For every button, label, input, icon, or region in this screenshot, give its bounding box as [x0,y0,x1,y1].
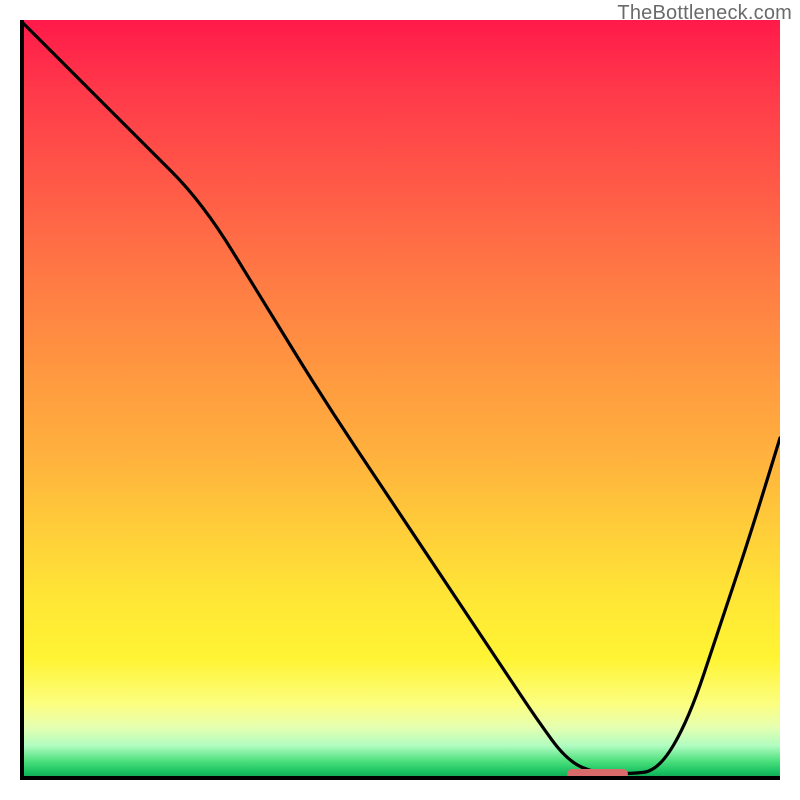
curve-layer [20,20,780,780]
watermark: TheBottleneck.com [617,2,792,25]
axis-y [20,20,24,780]
axis-x [20,776,780,780]
bottleneck-curve [20,20,780,774]
